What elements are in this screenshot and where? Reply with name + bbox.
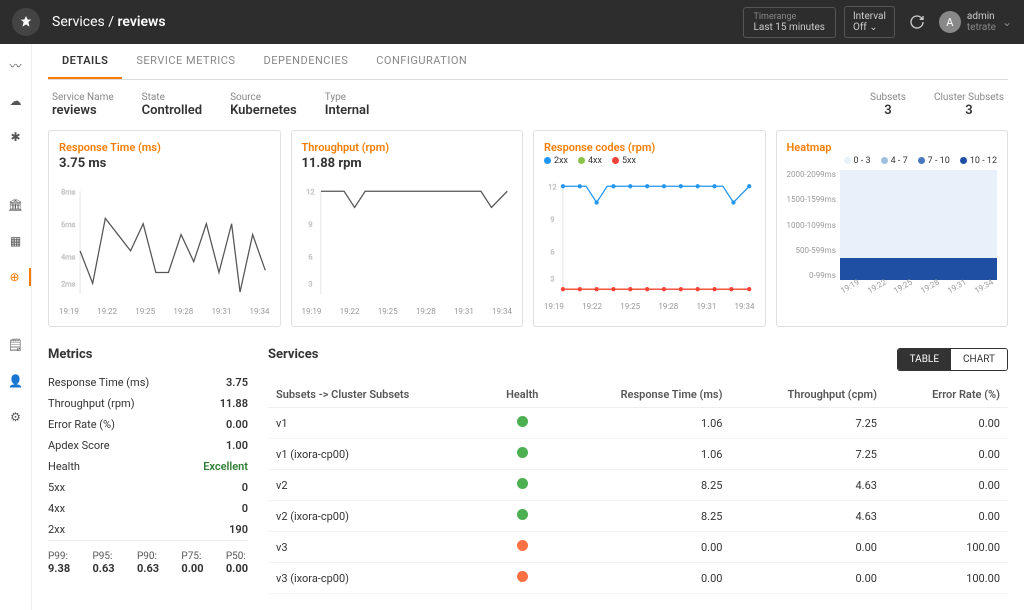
toggle-chart-button[interactable]: CHART — [951, 349, 1007, 370]
toggle-table-button[interactable]: TABLE — [898, 349, 951, 370]
card-response-time: Response Time (ms) 3.75 ms 8ms 6ms 4ms 2… — [48, 130, 281, 327]
health-dot — [517, 571, 528, 582]
health-dot — [517, 540, 528, 551]
service-type: Internal — [325, 103, 370, 118]
nav-audit-icon[interactable]: 🗒 — [7, 336, 25, 354]
svg-text:9: 9 — [550, 215, 554, 224]
nav-overview-icon[interactable]: 〰 — [7, 56, 25, 74]
service-meta: Service Namereviews StateControlled Sour… — [48, 80, 1008, 130]
table-row[interactable]: v2 8.254.630.00 — [268, 470, 1008, 501]
breadcrumb: Services / reviews — [52, 14, 743, 30]
detail-tabs: DETAILS SERVICE METRICS DEPENDENCIES CON… — [48, 44, 1008, 80]
service-source: Kubernetes — [230, 103, 297, 118]
nav-traffic-icon[interactable]: ☁ — [7, 92, 25, 110]
chart-heatmap: 2000-2099ms 1500-1599ms 1000-1099ms 500-… — [787, 170, 998, 280]
svg-text:12: 12 — [548, 182, 556, 191]
tab-configuration[interactable]: CONFIGURATION — [362, 44, 481, 79]
tab-service-metrics[interactable]: SERVICE METRICS — [122, 44, 249, 79]
health-dot — [517, 416, 528, 427]
svg-text:6: 6 — [308, 252, 312, 261]
chart-throughput: 12 9 6 3 — [302, 175, 513, 305]
table-row[interactable]: v1 (ixora-cp00) 1.067.250.00 — [268, 439, 1008, 470]
nav-apps-icon[interactable]: ▦ — [7, 232, 25, 250]
health-dot — [517, 447, 528, 458]
breadcrumb-parent[interactable]: Services — [52, 14, 105, 30]
nav-extensions-icon[interactable]: ✱ — [7, 128, 25, 146]
svg-text:3: 3 — [550, 274, 554, 283]
service-state: Controlled — [142, 103, 202, 118]
svg-text:9: 9 — [308, 220, 312, 229]
avatar: A — [939, 11, 961, 33]
svg-text:6: 6 — [550, 247, 554, 256]
nav-services-icon[interactable]: ⊕ — [0, 268, 31, 286]
table-row[interactable]: v3 (ixora-cp00) 0.000.00100.00 — [268, 563, 1008, 594]
nav-settings-icon[interactable]: ⚙ — [7, 408, 25, 426]
services-table: Subsets -> Cluster Subsets Health Respon… — [268, 382, 1008, 594]
services-panel: Services TABLE CHART Subsets -> Cluster … — [268, 347, 1008, 594]
side-nav: 〰 ☁ ✱ 🏛 ▦ ⊕ 🗒 👤 ⚙ — [0, 44, 32, 610]
breadcrumb-current: reviews — [118, 14, 166, 30]
chevron-down-icon: ⌄ — [869, 22, 877, 33]
chart-response-codes: 12 9 6 3 — [544, 170, 755, 300]
subsets-count: 3 — [870, 103, 906, 118]
card-throughput: Throughput (rpm) 11.88 rpm 12 9 6 3 19:1… — [291, 130, 524, 327]
refresh-button[interactable] — [903, 8, 931, 36]
user-menu[interactable]: A admin tetrate ⌄ — [939, 11, 1012, 33]
card-response-codes: Response codes (rpm) 2xx 4xx 5xx 12 9 6 … — [533, 130, 766, 327]
health-dot — [517, 478, 528, 489]
svg-text:6ms: 6ms — [61, 220, 76, 229]
svg-text:3: 3 — [308, 279, 312, 288]
app-logo[interactable] — [12, 8, 40, 36]
svg-text:2ms: 2ms — [61, 279, 76, 288]
legend-2xx-dot — [544, 157, 551, 164]
health-dot — [517, 509, 528, 520]
table-row[interactable]: v3 0.000.00100.00 — [268, 532, 1008, 563]
top-bar: Services / reviews Timerange Last 15 min… — [0, 0, 1024, 44]
metrics-panel: Metrics Response Time (ms)3.75 Throughpu… — [48, 347, 248, 594]
timerange-selector[interactable]: Timerange Last 15 minutes — [743, 7, 836, 38]
interval-selector[interactable]: Interval Off ⌄ — [844, 6, 895, 38]
chart-response-time: 8ms 6ms 4ms 2ms — [59, 175, 270, 305]
card-heatmap: Heatmap 0 - 3 4 - 7 7 - 10 10 - 12 2000-… — [776, 130, 1009, 327]
table-row[interactable]: v2 (ixora-cp00) 8.254.630.00 — [268, 501, 1008, 532]
nav-users-icon[interactable]: 👤 — [7, 372, 25, 390]
svg-text:4ms: 4ms — [61, 252, 76, 261]
svg-text:8ms: 8ms — [61, 187, 76, 196]
nav-org-icon[interactable]: 🏛 — [7, 196, 25, 214]
legend-5xx-dot — [612, 157, 619, 164]
table-row[interactable]: v1 1.067.250.00 — [268, 408, 1008, 439]
cluster-subsets-count: 3 — [934, 103, 1004, 118]
service-name: reviews — [52, 103, 114, 118]
svg-text:12: 12 — [306, 187, 314, 196]
legend-4xx-dot — [578, 157, 585, 164]
chevron-down-icon: ⌄ — [1002, 15, 1012, 29]
view-toggle: TABLE CHART — [897, 348, 1008, 371]
tab-details[interactable]: DETAILS — [48, 44, 122, 79]
tab-dependencies[interactable]: DEPENDENCIES — [249, 44, 362, 79]
